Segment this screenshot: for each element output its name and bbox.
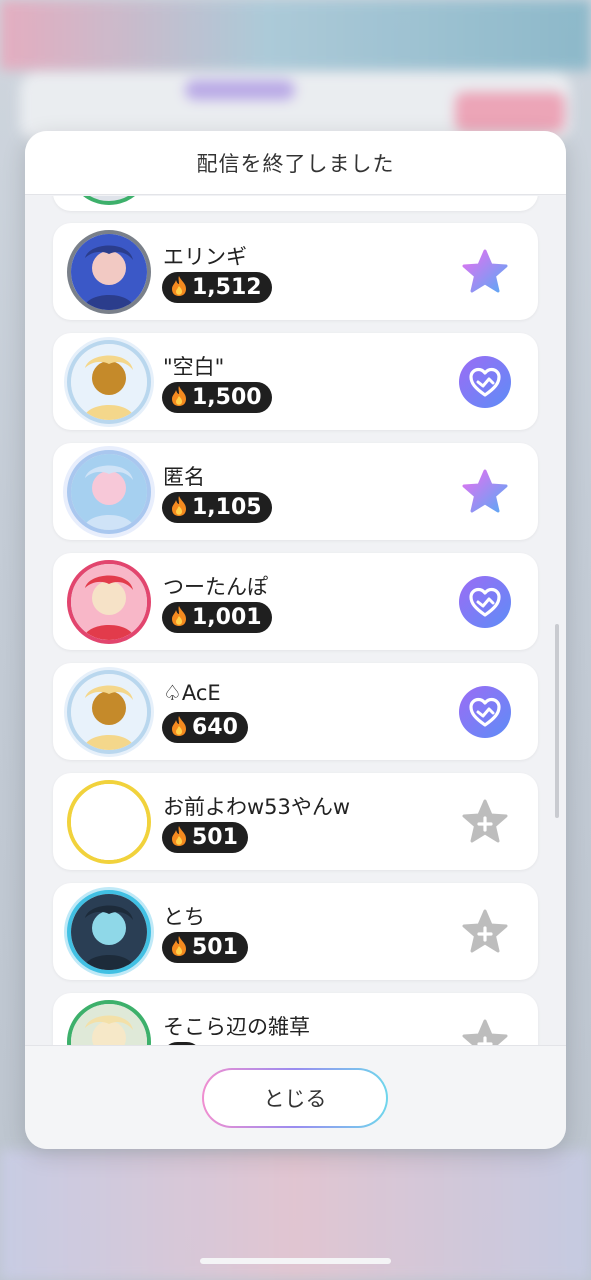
avatar[interactable] — [67, 230, 151, 314]
list-item[interactable]: そこら辺の雑草 — [53, 993, 538, 1045]
background-header — [0, 0, 591, 70]
score-value: 1,500 — [192, 385, 262, 410]
score-value: 1,512 — [192, 275, 262, 300]
listener-name: とち — [163, 905, 205, 929]
close-button[interactable]: とじる — [202, 1068, 388, 1128]
flame-icon — [170, 715, 192, 741]
add-star-icon[interactable] — [458, 905, 512, 959]
handshake-heart-icon[interactable] — [458, 355, 512, 409]
list-item-partial-top[interactable] — [53, 196, 538, 211]
star-icon[interactable] — [458, 465, 512, 519]
avatar[interactable] — [67, 670, 151, 754]
handshake-heart-icon[interactable] — [458, 575, 512, 629]
avatar[interactable] — [67, 890, 151, 974]
modal-header: 配信を終了しました — [25, 131, 566, 195]
listener-name: "空白" — [163, 355, 225, 379]
list-item[interactable]: お前よわw53やんw 501 — [53, 773, 538, 870]
flame-icon — [170, 935, 192, 961]
handshake-heart-icon[interactable] — [458, 685, 512, 739]
stream-ended-modal: 配信を終了しました エリンギ 1,512 "空白" 1,500 匿名 1,105 つーたんぽ… — [25, 131, 566, 1149]
score-badge: 501 — [162, 822, 248, 853]
flame-icon — [170, 275, 192, 301]
flame-icon — [170, 495, 192, 521]
score-value: 1,105 — [192, 495, 262, 520]
score-badge: 1,500 — [162, 382, 272, 413]
list-item[interactable]: とち 501 — [53, 883, 538, 980]
listener-name: エリンギ — [163, 245, 247, 269]
score-badge: 640 — [162, 712, 248, 743]
list-item[interactable]: 匿名 1,105 — [53, 443, 538, 540]
list-item[interactable]: エリンギ 1,512 — [53, 223, 538, 320]
flame-icon — [170, 385, 192, 411]
star-icon[interactable] — [458, 245, 512, 299]
flame-icon — [170, 605, 192, 631]
modal-title: 配信を終了しました — [196, 151, 395, 176]
listener-list[interactable]: エリンギ 1,512 "空白" 1,500 匿名 1,105 つーたんぽ 1,001 ♤AcE 6… — [25, 196, 566, 1045]
list-item[interactable]: ♤AcE 640 — [53, 663, 538, 760]
score-value: 501 — [192, 935, 238, 960]
avatar[interactable] — [67, 340, 151, 424]
score-badge: 1,512 — [162, 272, 272, 303]
scrollbar[interactable] — [555, 624, 559, 818]
avatar[interactable] — [67, 450, 151, 534]
background-chip — [185, 80, 295, 100]
score-badge: 501 — [162, 932, 248, 963]
flame-icon — [170, 825, 192, 851]
listener-name: 匿名 — [163, 465, 205, 489]
listener-name: そこら辺の雑草 — [163, 1015, 310, 1039]
add-star-icon[interactable] — [458, 795, 512, 849]
background-pink-button — [455, 92, 565, 132]
list-item[interactable]: つーたんぽ 1,001 — [53, 553, 538, 650]
home-indicator[interactable] — [200, 1258, 391, 1264]
avatar[interactable] — [67, 560, 151, 644]
avatar[interactable] — [67, 780, 151, 864]
score-value: 501 — [192, 825, 238, 850]
avatar — [67, 196, 151, 205]
score-badge: 1,001 — [162, 602, 272, 633]
score-value: 640 — [192, 715, 238, 740]
listener-name: ♤AcE — [163, 681, 221, 705]
score-value: 1,001 — [192, 605, 262, 630]
list-item[interactable]: "空白" 1,500 — [53, 333, 538, 430]
avatar[interactable] — [67, 1000, 151, 1045]
modal-footer: とじる — [25, 1045, 566, 1149]
add-star-icon[interactable] — [458, 1015, 512, 1045]
listener-name: つーたんぽ — [163, 575, 268, 599]
listener-name: お前よわw53やんw — [163, 795, 351, 819]
score-badge: 1,105 — [162, 492, 272, 523]
